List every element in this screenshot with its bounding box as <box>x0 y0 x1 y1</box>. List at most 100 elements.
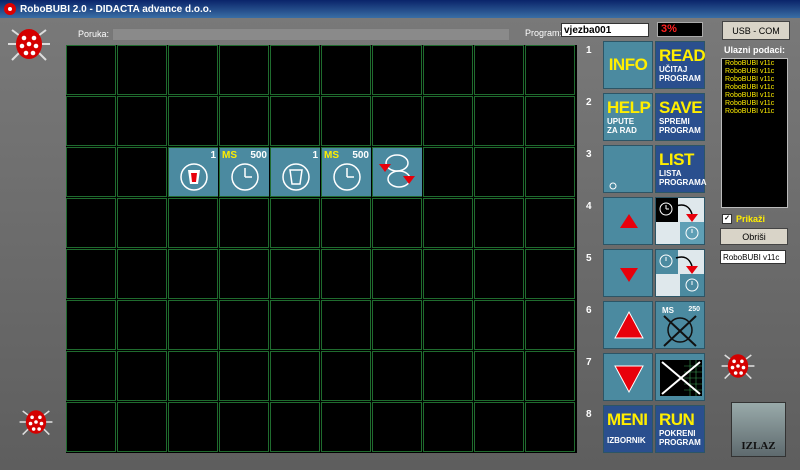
grid-cell[interactable] <box>270 45 320 95</box>
grid-cell[interactable] <box>117 45 167 95</box>
grid-cell[interactable] <box>321 198 371 248</box>
grid-cell[interactable] <box>474 96 524 146</box>
grid-cell[interactable] <box>525 402 575 452</box>
grid-cell[interactable] <box>474 249 524 299</box>
grid-cell[interactable] <box>423 351 473 401</box>
grid-cell[interactable] <box>525 300 575 350</box>
grid-cell[interactable] <box>66 45 116 95</box>
grid-cell[interactable] <box>525 45 575 95</box>
grid-cell[interactable] <box>66 96 116 146</box>
wait-jump-alt-button[interactable] <box>655 249 705 297</box>
grid-cell[interactable] <box>168 402 218 452</box>
usb-com-button[interactable]: USB - COM <box>722 21 790 40</box>
grid-cell[interactable] <box>117 147 167 197</box>
grid-cell[interactable] <box>525 198 575 248</box>
grid-cell[interactable] <box>321 300 371 350</box>
grid-cell[interactable] <box>117 96 167 146</box>
grid-cell[interactable] <box>219 45 269 95</box>
grid-cell[interactable] <box>270 249 320 299</box>
grid-cell[interactable] <box>474 402 524 452</box>
save-button[interactable]: SAVE SPREMI PROGRAM <box>655 93 705 141</box>
list-item[interactable]: RoboBUBI v11c <box>725 60 784 68</box>
grid-cell[interactable] <box>219 402 269 452</box>
program-step-light-off[interactable]: 1 <box>271 148 320 196</box>
grid-cell[interactable] <box>321 45 371 95</box>
small-up-button[interactable] <box>603 197 653 245</box>
grid-cell[interactable] <box>66 300 116 350</box>
grid-cell[interactable] <box>219 249 269 299</box>
program-step-clock[interactable]: MS 500 <box>220 148 269 196</box>
grid-cell[interactable] <box>117 402 167 452</box>
grid-cell[interactable] <box>525 147 575 197</box>
list-item[interactable]: RoboBUBI v11c <box>725 92 784 100</box>
grid-cell[interactable] <box>321 249 371 299</box>
grid-cell[interactable] <box>117 198 167 248</box>
wait-jump-button[interactable] <box>655 197 705 245</box>
program-name-input[interactable] <box>561 23 649 37</box>
run-button[interactable]: RUN POKRENI PROGRAM <box>655 405 705 453</box>
grid-cell[interactable] <box>270 300 320 350</box>
grid-cell[interactable] <box>270 351 320 401</box>
clear-button[interactable]: Obriši <box>720 228 788 245</box>
grid-cell[interactable] <box>372 249 422 299</box>
grid-cell[interactable] <box>423 198 473 248</box>
list-item[interactable]: RoboBUBI v11c <box>725 84 784 92</box>
grid-cell[interactable] <box>372 351 422 401</box>
light-command-button[interactable] <box>603 145 653 193</box>
clear-grid-button[interactable] <box>655 353 705 401</box>
grid-cell[interactable] <box>423 402 473 452</box>
list-button[interactable]: LIST LISTA PROGRAMA <box>655 145 707 193</box>
grid-cell[interactable] <box>168 351 218 401</box>
show-checkbox-row[interactable]: ✓ Prikaži <box>722 214 765 224</box>
grid-cell[interactable] <box>474 351 524 401</box>
grid-cell[interactable] <box>168 300 218 350</box>
grid-cell[interactable] <box>219 351 269 401</box>
list-item[interactable]: RoboBUBI v11c <box>725 100 784 108</box>
grid-cell[interactable] <box>117 249 167 299</box>
grid-cell[interactable] <box>372 96 422 146</box>
grid-cell[interactable] <box>423 147 473 197</box>
grid-cell[interactable] <box>270 402 320 452</box>
read-button[interactable]: READ UČITAJ PROGRAM <box>655 41 706 89</box>
grid-cell[interactable] <box>372 300 422 350</box>
grid-cell[interactable] <box>474 147 524 197</box>
input-data-list[interactable]: RoboBUBI v11c RoboBUBI v11c RoboBUBI v11c R… <box>721 58 788 208</box>
list-item[interactable]: RoboBUBI v11c <box>725 108 784 116</box>
help-button[interactable]: HELP UPUTE ZA RAD <box>603 93 653 141</box>
grid-cell[interactable] <box>372 198 422 248</box>
info-button[interactable]: INFO <box>603 41 653 89</box>
program-step-clock[interactable]: MS 500 <box>322 148 371 196</box>
grid-cell[interactable] <box>168 96 218 146</box>
grid-cell[interactable] <box>168 45 218 95</box>
big-up-button[interactable] <box>603 301 653 349</box>
list-item[interactable]: RoboBUBI v11c <box>725 76 784 84</box>
grid-cell[interactable] <box>168 198 218 248</box>
grid-cell[interactable] <box>66 351 116 401</box>
grid-cell[interactable] <box>423 249 473 299</box>
grid-cell[interactable] <box>423 45 473 95</box>
grid-cell[interactable] <box>270 96 320 146</box>
grid-cell[interactable] <box>66 402 116 452</box>
grid-cell[interactable] <box>219 198 269 248</box>
grid-cell[interactable] <box>66 249 116 299</box>
program-step-loop[interactable] <box>373 148 422 196</box>
grid-cell[interactable] <box>117 351 167 401</box>
big-down-button[interactable] <box>603 353 653 401</box>
grid-cell[interactable] <box>525 351 575 401</box>
grid-cell[interactable] <box>66 198 116 248</box>
program-grid[interactable]: 1 MS 500 1 MS 500 <box>66 45 577 453</box>
grid-cell[interactable] <box>168 249 218 299</box>
grid-cell[interactable] <box>321 351 371 401</box>
grid-cell[interactable] <box>321 402 371 452</box>
grid-cell[interactable] <box>525 249 575 299</box>
show-checkbox[interactable]: ✓ <box>722 214 732 224</box>
grid-cell[interactable] <box>525 96 575 146</box>
grid-cell[interactable] <box>117 300 167 350</box>
grid-cell[interactable] <box>66 147 116 197</box>
meni-button[interactable]: MENI IZBORNIK <box>603 405 653 453</box>
list-item[interactable]: RoboBUBI v11c <box>725 68 784 76</box>
grid-cell[interactable] <box>423 96 473 146</box>
grid-cell[interactable] <box>321 96 371 146</box>
grid-cell[interactable] <box>270 198 320 248</box>
grid-cell[interactable] <box>474 198 524 248</box>
